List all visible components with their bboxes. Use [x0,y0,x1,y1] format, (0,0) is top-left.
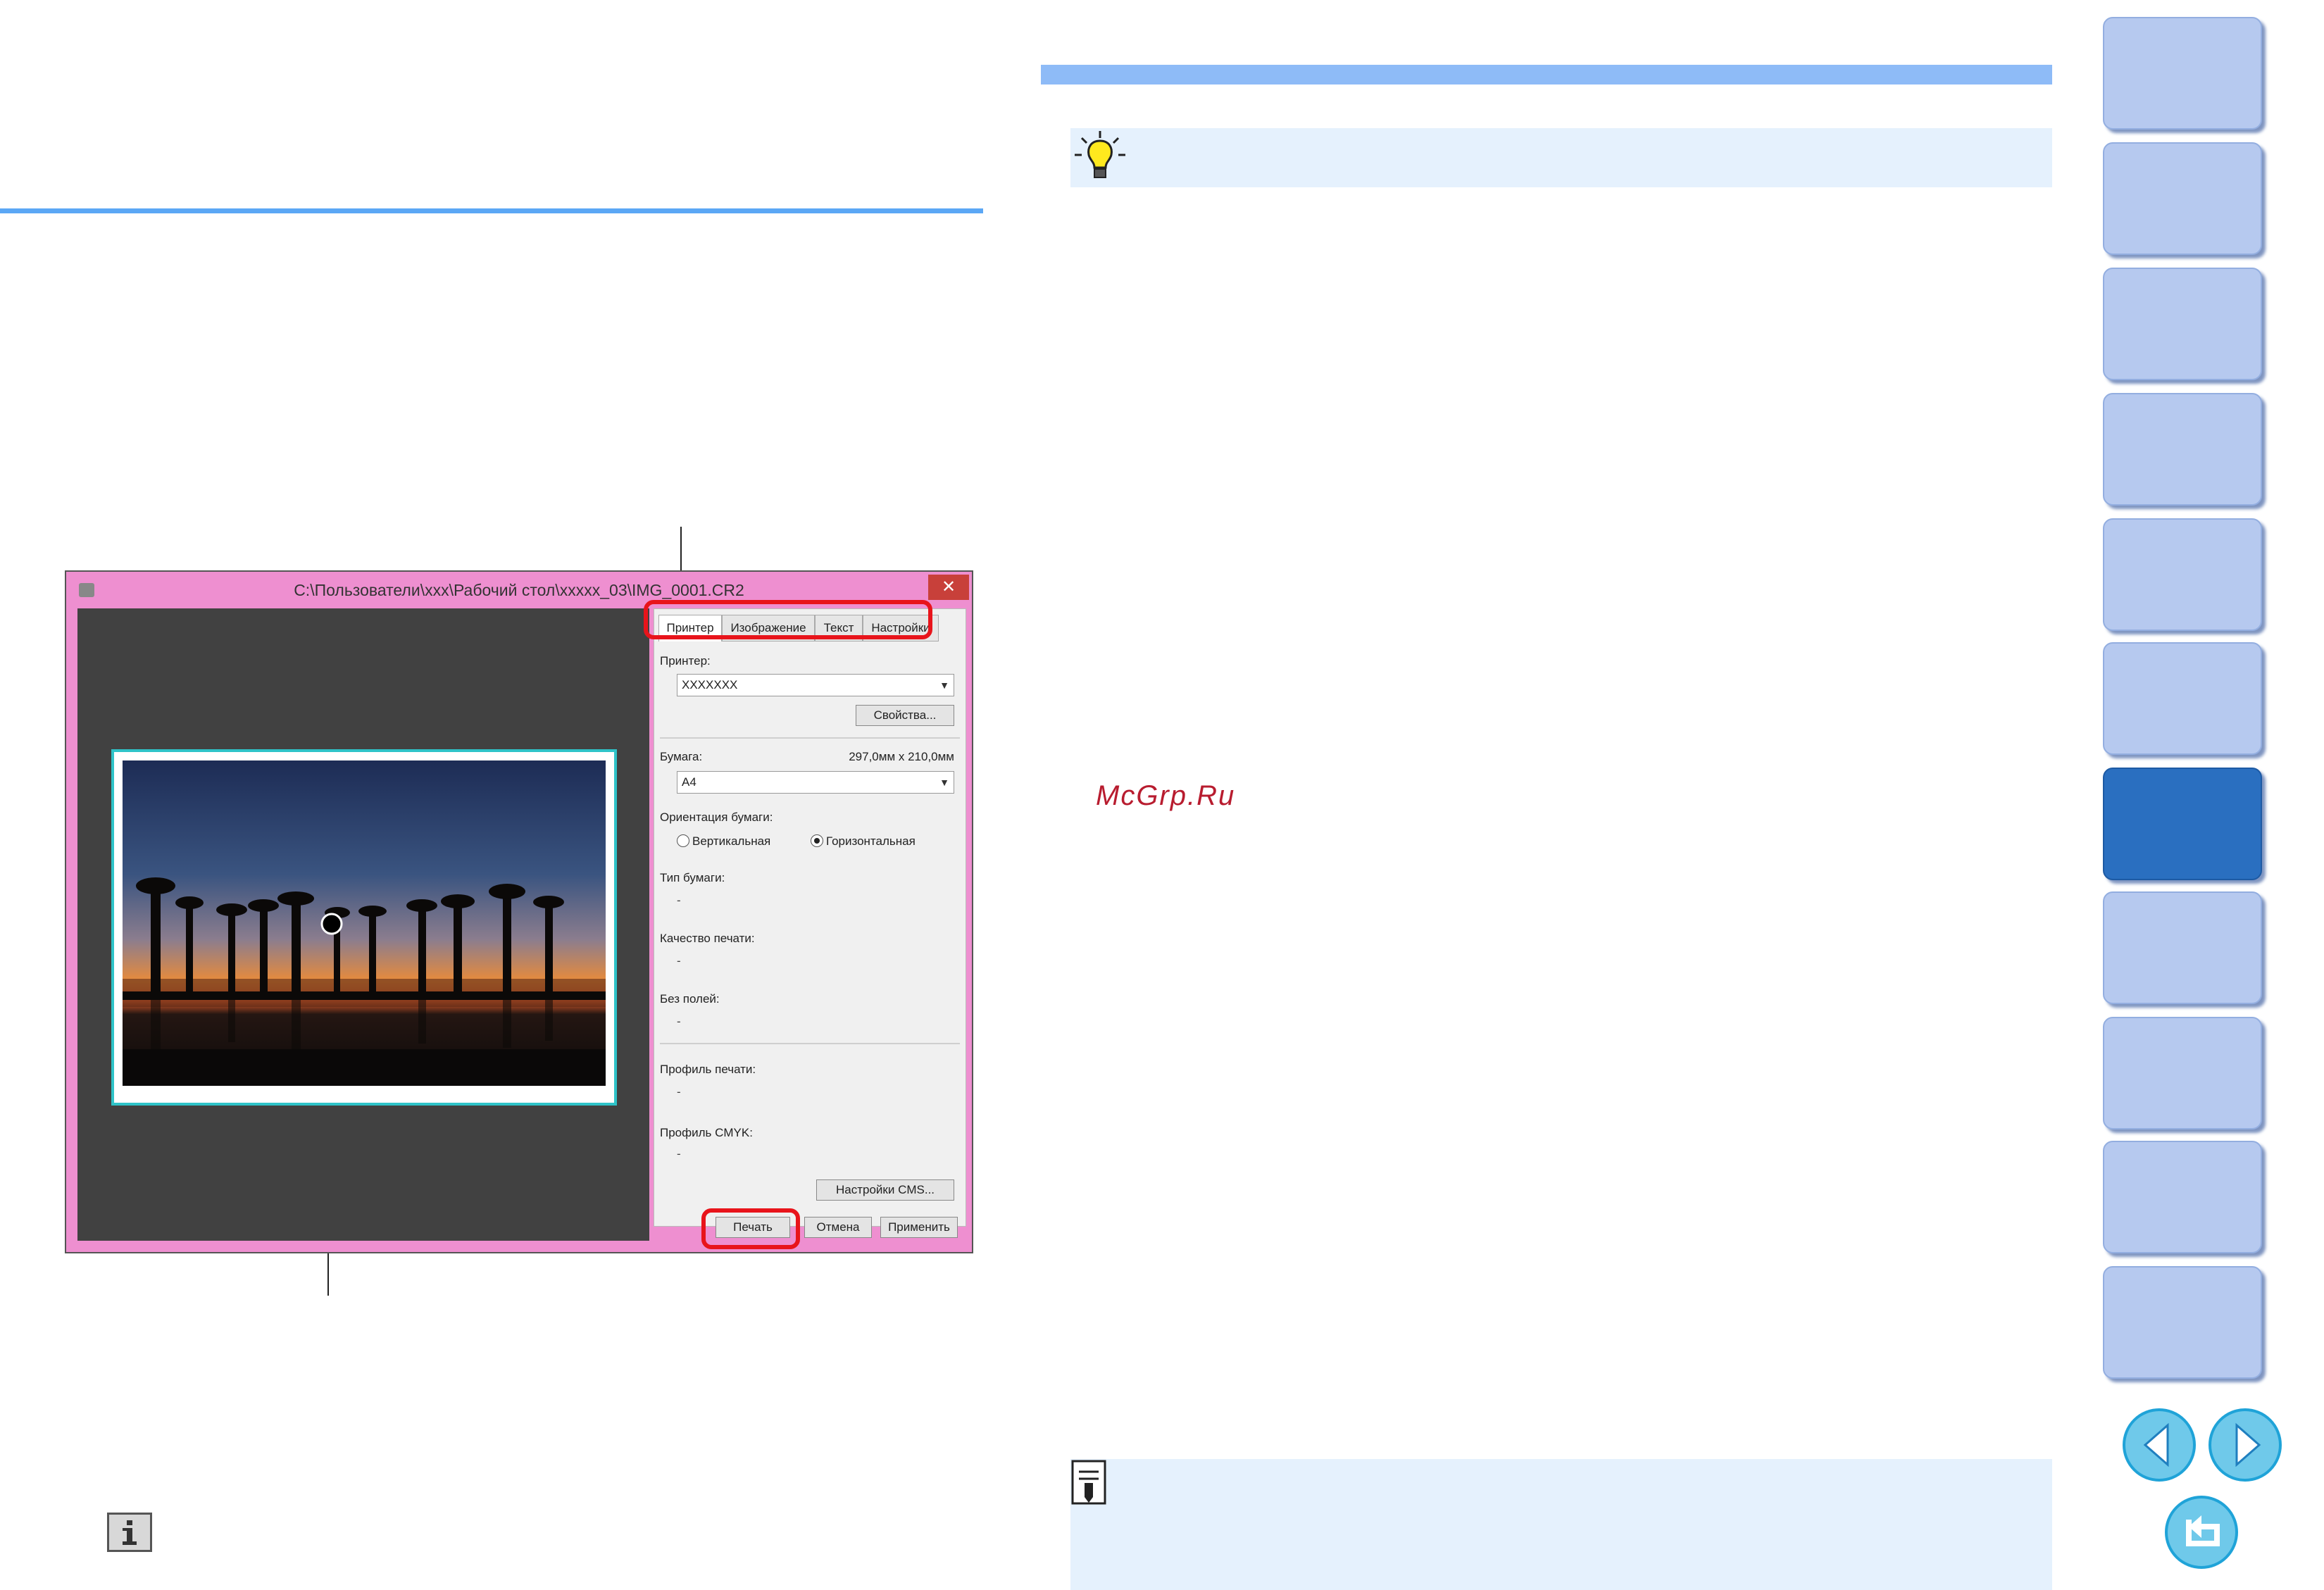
apply-button[interactable]: Применить [880,1217,958,1238]
cmyk-profile-value: - [677,1147,681,1160]
landscape-radio[interactable] [811,834,823,847]
sidebar-tab-2[interactable] [2103,142,2262,255]
sidebar-tab-current[interactable] [2103,768,2262,880]
landscape-label: Горизонтальная [826,834,916,848]
separator [660,737,960,739]
borderless-value: - [677,1015,681,1028]
cms-settings-button[interactable]: Настройки CMS... [816,1179,954,1201]
print-quality-label: Качество печати: [660,932,755,945]
cancel-button[interactable]: Отмена [804,1217,872,1238]
sidebar-tab-5[interactable] [2103,518,2262,631]
sidebar-tab-9[interactable] [2103,1017,2262,1129]
return-button[interactable] [2165,1496,2238,1569]
prev-page-icon [2143,1422,2169,1467]
lightbulb-icon [1075,131,1125,178]
chevron-down-icon: ▼ [939,777,949,788]
next-page-button[interactable] [2209,1408,2282,1482]
printer-properties-button[interactable]: Свойства... [856,705,954,726]
paper-select[interactable]: A4 ▼ [677,771,954,794]
orientation-label: Ориентация бумаги: [660,810,773,824]
preview-photo[interactable] [123,760,606,1086]
baobab-sunset-image [123,760,606,1086]
sidebar-tab-4[interactable] [2103,393,2262,506]
preview-paper [111,749,617,1106]
sidebar-tab-11[interactable] [2103,1266,2262,1379]
paper-label: Бумага: [660,750,703,763]
sidebar-tab-8[interactable] [2103,891,2262,1004]
print-profile-label: Профиль печати: [660,1063,756,1076]
print-preview-area [77,608,649,1241]
note-box [1070,1459,2052,1590]
paper-size-text: 297,0мм x 210,0мм [849,750,954,763]
sidebar-tab-10[interactable] [2103,1141,2262,1253]
prev-page-button[interactable] [2123,1408,2196,1482]
print-dialog-window: C:\Пользователи\xxx\Рабочий стол\xxxxx_0… [65,570,973,1253]
sidebar-tab-1[interactable] [2103,17,2262,130]
section-header-bar [1041,65,2052,84]
separator [660,1043,960,1044]
print-quality-value: - [677,954,681,968]
borderless-label: Без полей: [660,992,720,1006]
memo-icon [1071,1460,1106,1505]
return-icon [2186,1515,2220,1546]
paper-type-label: Тип бумаги: [660,871,725,884]
section-divider [0,208,983,213]
info-icon [107,1513,152,1552]
chevron-down-icon: ▼ [939,680,949,691]
paper-type-value: - [677,894,681,907]
watermark-text: McGrp.Ru [1096,780,1236,811]
printer-select[interactable]: XXXXXXX ▼ [677,674,954,696]
settings-panel: Принтер Изображение Текст Настройки Прин… [654,608,966,1227]
printer-label: Принтер: [660,654,711,668]
tabs-highlight [644,600,932,639]
portrait-label: Вертикальная [692,834,771,848]
close-icon[interactable]: ✕ [928,575,969,600]
paper-select-value: A4 [682,775,696,789]
tip-box [1070,128,2052,187]
print-profile-value: - [677,1085,681,1098]
callout-dot [320,913,343,935]
portrait-radio[interactable] [677,834,689,847]
printer-select-value: XXXXXXX [682,678,738,691]
cmyk-profile-label: Профиль CMYK: [660,1126,753,1139]
next-page-icon [2235,1422,2261,1467]
sidebar-tab-6[interactable] [2103,642,2262,755]
sidebar-tab-3[interactable] [2103,268,2262,380]
print-button-highlight [701,1208,800,1249]
